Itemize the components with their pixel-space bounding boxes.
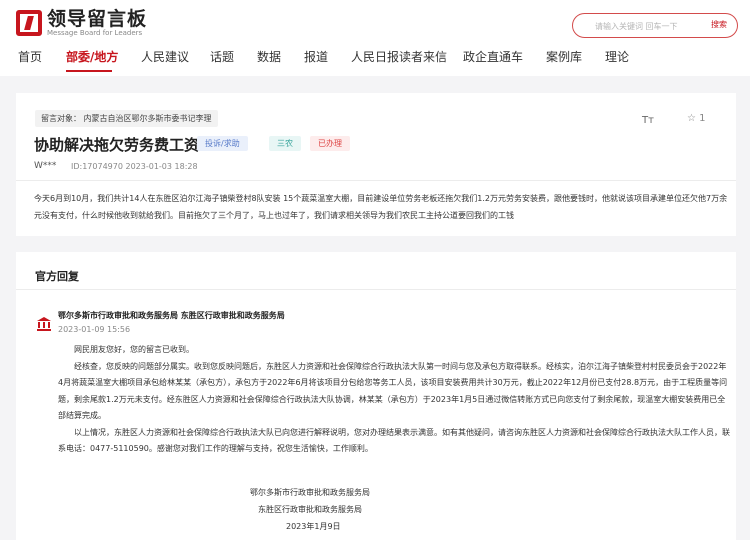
search-box: 搜索 xyxy=(572,13,738,38)
message-id-date: ID:17074970 2023-01-03 18:28 xyxy=(71,162,198,171)
signature-org-1: 鄂尔多斯市行政审批和政务服务局 xyxy=(250,488,370,497)
message-content: 今天6月到10月，我们共计14人在东胜区泊尔江海子镇柴登村8队安装 15个蔬菜温… xyxy=(34,194,728,220)
reply-paragraph: 以上情况，东胜区人力资源和社会保障综合行政执法大队已向您进行解释说明，您对办理结… xyxy=(58,427,730,454)
message-author: W*** xyxy=(34,161,57,171)
site-logo[interactable]: 领导留言板 Message Board for Leaders xyxy=(16,8,147,38)
reply-paragraph: 经核查，您反映的问题部分属实。收到您反映问题后，东胜区人力资源和社会保障综合行政… xyxy=(58,361,728,421)
search-button[interactable]: 搜索 xyxy=(711,19,727,30)
nav-public-suggestions[interactable]: 人民建议 xyxy=(141,48,189,65)
message-card: 留言对象： 内蒙古自治区鄂尔多斯市委书记李理 Tт ☆ 1 协助解决拖欠劳务费工… xyxy=(16,93,736,236)
top-header: 领导留言板 Message Board for Leaders 搜索 首页 部委… xyxy=(0,0,750,76)
reply-date: 2023-01-09 15:56 xyxy=(58,325,131,334)
message-title: 协助解决拖欠劳务费工资 xyxy=(34,136,200,154)
nav-topics[interactable]: 话题 xyxy=(210,48,234,65)
reply-paragraph: 网民朋友您好，您的留言已收到。 xyxy=(74,345,194,354)
nav-reports[interactable]: 报道 xyxy=(304,48,328,65)
reply-content: 网民朋友您好，您的留言已收到。 经核查，您反映的问题部分属实。收到您反映问题后，… xyxy=(58,342,730,458)
nav-ministries-local[interactable]: 部委/地方 xyxy=(66,48,118,65)
bank-building-icon xyxy=(37,317,51,331)
signature-date: 2023年1月9日 xyxy=(286,522,341,531)
logo-title: 领导留言板 xyxy=(47,7,148,30)
nav-case-library[interactable]: 案例库 xyxy=(546,48,582,65)
message-target: 留言对象： 内蒙古自治区鄂尔多斯市委书记李理 xyxy=(35,110,218,127)
official-reply-card: 官方回复 鄂尔多斯市行政审批和政务服务局 东胜区行政审批和政务服务局 2023-… xyxy=(16,252,736,540)
nav-theory[interactable]: 理论 xyxy=(605,48,629,65)
divider xyxy=(16,180,736,181)
star-icon[interactable]: ☆ 1 xyxy=(687,113,706,124)
reply-organization: 鄂尔多斯市行政审批和政务服务局 东胜区行政审批和政务服务局 xyxy=(58,311,285,320)
main-nav: 首页 部委/地方 人民建议 话题 数据 报道 人民日报读者来信 政企直通车 案例… xyxy=(0,48,750,70)
divider xyxy=(16,289,736,290)
nav-readers-letters[interactable]: 人民日报读者来信 xyxy=(351,48,447,65)
tag-category: 投诉/求助 xyxy=(197,136,248,151)
search-input[interactable] xyxy=(595,19,705,33)
reply-section-title: 官方回复 xyxy=(35,270,79,283)
signature-org-2: 东胜区行政审批和政务服务局 xyxy=(258,505,362,514)
nav-active-indicator xyxy=(66,70,112,72)
font-size-icon[interactable]: Tт xyxy=(642,115,654,126)
tag-domain: 三农 xyxy=(269,136,301,151)
nav-home[interactable]: 首页 xyxy=(18,48,42,65)
nav-data[interactable]: 数据 xyxy=(257,48,281,65)
logo-subtitle: Message Board for Leaders xyxy=(47,28,143,37)
logo-icon xyxy=(16,10,42,36)
nav-enterprise-express[interactable]: 政企直通车 xyxy=(463,48,523,65)
status-badge: 已办理 xyxy=(310,136,350,151)
